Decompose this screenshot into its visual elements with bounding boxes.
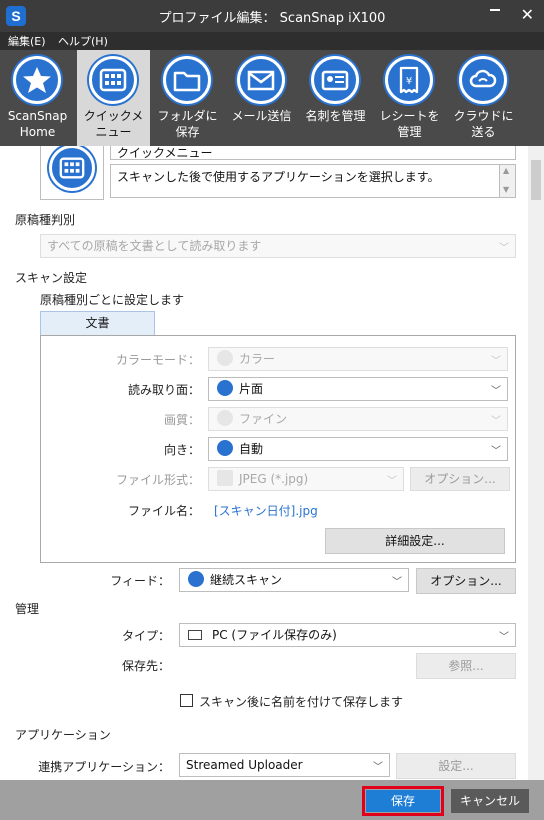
- pc-icon: [188, 630, 202, 640]
- toolbar-item-quick-menu[interactable]: クイックメ ニュー: [77, 50, 150, 146]
- footer-bar: 保存 キャンセル: [0, 780, 544, 820]
- description-scrollbar[interactable]: ▲ ▼: [500, 164, 516, 198]
- linked-app-settings-button[interactable]: 設定...: [396, 753, 516, 779]
- orientation-select[interactable]: 自動 ﹀: [208, 437, 508, 461]
- scan-settings-heading: スキャン設定: [15, 271, 88, 285]
- file-name-link[interactable]: [スキャン日付].jpg: [214, 502, 318, 519]
- star-icon: [13, 56, 61, 104]
- quality-value: ファイン: [239, 412, 288, 426]
- toolbar-label: フォルダに 保存: [157, 109, 218, 139]
- profile-settings-panel: クイックメニュー スキャンした後で使用するアプリケーションを選択します。 ▲ ▼…: [0, 146, 528, 780]
- title-bar: S プロファイル編集： ScanSnap iX100 ✕: [0, 0, 544, 32]
- color-mode-label: カラーモード：: [115, 353, 200, 367]
- toolbar-item-receipts[interactable]: ¥ レシートを 管理: [373, 50, 446, 146]
- type-select[interactable]: PC (ファイル保存のみ) ﹀: [179, 623, 516, 647]
- quality-label: 画質：: [163, 413, 200, 427]
- profile-name-input[interactable]: クイックメニュー: [110, 146, 516, 160]
- doc-type-heading: 原稿種判別: [15, 213, 76, 227]
- rename-checkbox-label[interactable]: スキャン後に名前を付けて保存します: [199, 693, 403, 710]
- quality-icon: [217, 410, 233, 426]
- file-format-value: JPEG (*.jpg): [239, 472, 309, 486]
- chevron-down-icon: ﹀: [491, 356, 501, 367]
- toolbar-item-cloud[interactable]: クラウドに 送る: [447, 50, 520, 146]
- toolbar-label: メール送信: [231, 109, 292, 123]
- toolbar-label: クラウドに 送る: [453, 109, 514, 139]
- window-title: プロファイル編集： ScanSnap iX100: [158, 11, 386, 26]
- grid-icon: [49, 146, 95, 191]
- scan-side-value: 片面: [239, 382, 264, 396]
- file-format-options-button[interactable]: オプション...: [410, 467, 510, 491]
- feed-value: 継続スキャン: [210, 573, 283, 587]
- feed-label: フィード：: [110, 574, 170, 588]
- chevron-down-icon: ﹀: [373, 762, 383, 773]
- orientation-value: 自動: [239, 442, 264, 456]
- chevron-down-icon: ﹀: [392, 577, 402, 588]
- toolbar-label: ScanSnap Home: [7, 109, 68, 139]
- type-label: タイプ：: [121, 629, 170, 643]
- detail-settings-button[interactable]: 詳細設定...: [325, 528, 505, 554]
- quality-select[interactable]: ファイン ﹀: [208, 407, 508, 431]
- orientation-label: 向き：: [163, 443, 200, 457]
- scrollbar-thumb[interactable]: [531, 160, 541, 200]
- color-mode-select[interactable]: カラー ﹀: [208, 347, 508, 371]
- doc-type-select[interactable]: すべての原稿を文書として読み取ります ﹀: [40, 234, 516, 258]
- toolbar-label: 名刺を管理: [305, 109, 366, 123]
- grid-icon: [89, 56, 137, 104]
- management-heading: 管理: [15, 602, 40, 616]
- save-button[interactable]: 保存: [366, 790, 440, 812]
- menu-help[interactable]: ヘルプ(H): [58, 33, 108, 49]
- chevron-down-icon: ﹀: [491, 386, 501, 397]
- destination-label: 保存先：: [121, 659, 170, 673]
- minimize-icon[interactable]: [490, 9, 500, 11]
- browse-button[interactable]: 参照...: [416, 653, 516, 679]
- folder-icon: [163, 56, 211, 104]
- cloud-icon: [459, 56, 507, 104]
- file-format-label: ファイル形式：: [115, 473, 200, 487]
- toolbar-item-scansnap-home[interactable]: ScanSnap Home: [1, 50, 74, 146]
- feed-options-button[interactable]: オプション...: [416, 568, 516, 594]
- auto-rotate-icon: [217, 440, 233, 456]
- type-value: PC (ファイル保存のみ): [212, 628, 337, 642]
- receipt-icon: ¥: [385, 56, 433, 104]
- feed-select[interactable]: 継続スキャン ﹀: [179, 568, 409, 592]
- chevron-down-icon: ﹀: [499, 632, 509, 643]
- profile-toolbar: ScanSnap Home クイックメ ニュー フォルダに 保存 メール送信 名…: [0, 50, 544, 146]
- cancel-button[interactable]: キャンセル: [451, 789, 529, 813]
- profile-icon-frame[interactable]: [40, 146, 104, 200]
- menu-bar: 編集(E) ヘルプ(H): [0, 32, 544, 50]
- linked-app-value: Streamed Uploader: [186, 758, 303, 772]
- doc-type-value: すべての原稿を文書として読み取ります: [47, 239, 262, 253]
- color-mode-value: カラー: [239, 352, 276, 366]
- toolbar-item-save-folder[interactable]: フォルダに 保存: [151, 50, 224, 146]
- menu-edit[interactable]: 編集(E): [8, 33, 46, 49]
- chevron-down-icon: ﹀: [491, 416, 501, 427]
- profile-description-input[interactable]: スキャンした後で使用するアプリケーションを選択します。: [110, 164, 500, 198]
- application-heading: アプリケーション: [15, 728, 111, 742]
- toolbar-item-send-mail[interactable]: メール送信: [225, 50, 298, 146]
- toolbar-item-business-cards[interactable]: 名刺を管理: [299, 50, 372, 146]
- chevron-down-icon: ﹀: [387, 476, 397, 487]
- linked-app-select[interactable]: Streamed Uploader ﹀: [179, 753, 390, 777]
- single-side-icon: [217, 380, 233, 396]
- chevron-down-icon: ﹀: [499, 243, 509, 254]
- close-icon[interactable]: ✕: [521, 5, 534, 24]
- linked-app-label: 連携アプリケーション：: [38, 760, 170, 774]
- color-palette-icon: [217, 350, 233, 366]
- scan-settings-subheading: 原稿種別ごとに設定します: [40, 293, 185, 307]
- file-name-label: ファイル名：: [127, 504, 200, 518]
- business-card-icon: [311, 56, 359, 104]
- tab-document[interactable]: 文書: [40, 311, 155, 335]
- svg-text:¥: ¥: [406, 76, 412, 87]
- vertical-scrollbar[interactable]: [528, 146, 544, 780]
- image-file-icon: [217, 470, 233, 486]
- toolbar-label: レシートを 管理: [379, 109, 440, 139]
- scan-side-select[interactable]: 片面 ﹀: [208, 377, 508, 401]
- continuous-scan-icon: [188, 571, 204, 587]
- scan-side-label: 読み取り面：: [127, 383, 200, 397]
- file-format-select[interactable]: JPEG (*.jpg) ﹀: [208, 467, 404, 491]
- chevron-down-icon: ﹀: [491, 446, 501, 457]
- toolbar-label: クイックメ ニュー: [83, 109, 144, 139]
- rename-checkbox[interactable]: [180, 694, 193, 707]
- mail-icon: [237, 56, 285, 104]
